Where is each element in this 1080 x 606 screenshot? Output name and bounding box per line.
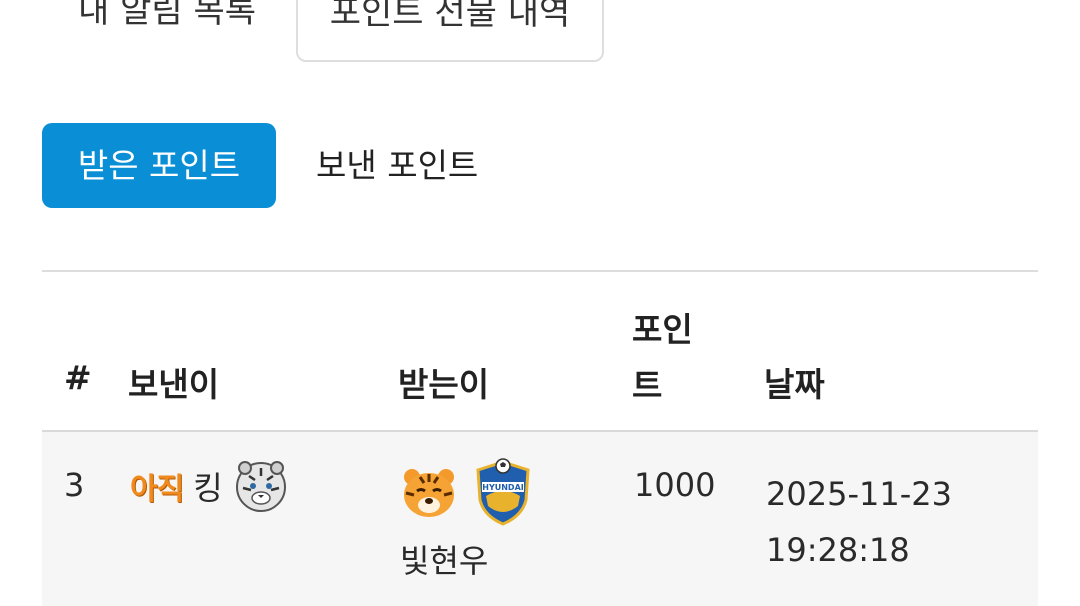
row-date-time: 19:28:18 bbox=[766, 531, 910, 569]
received-points-button[interactable]: 받은 포인트 bbox=[42, 123, 276, 208]
svg-text:HYUNDAI: HYUNDAI bbox=[482, 483, 524, 492]
sender-badge: 아직 bbox=[130, 472, 184, 507]
row-sender[interactable]: 아직 킹 bbox=[130, 458, 289, 514]
tab-point-gift-history[interactable]: 포인트 선물 내역 bbox=[296, 0, 604, 62]
header-num: # bbox=[64, 358, 92, 397]
table-header: # 보낸이 받는이 포인트 날짜 bbox=[42, 272, 1038, 432]
tab-my-alerts[interactable]: 내 알림 목록 bbox=[78, 0, 278, 62]
white-tiger-icon bbox=[233, 458, 289, 514]
row-date: 2025-11-23 19:28:18 bbox=[766, 466, 966, 578]
table-row: 3 아직 킹 HYUNDAI 빛현우 1000 2025-11-23 19:28… bbox=[42, 432, 1038, 606]
header-receiver: 받는이 bbox=[398, 365, 490, 404]
sent-points-button[interactable]: 보낸 포인트 bbox=[316, 123, 516, 208]
row-date-day: 2025-11-23 bbox=[766, 475, 952, 513]
header-points: 포인트 bbox=[632, 310, 693, 405]
points-table: # 보낸이 받는이 포인트 날짜 3 아직 킹 HYUNDAI 빛현우 1000… bbox=[42, 270, 1038, 606]
header-date: 날짜 bbox=[764, 365, 825, 404]
page: 내 알림 목록 포인트 선물 내역 받은 포인트 보낸 포인트 # 보낸이 받는… bbox=[0, 0, 1080, 606]
receiver-icons: HYUNDAI bbox=[400, 456, 580, 528]
row-receiver[interactable]: HYUNDAI 빛현우 bbox=[400, 456, 580, 582]
row-num: 3 bbox=[64, 466, 85, 504]
receiver-name: 빛현우 bbox=[400, 542, 489, 580]
header-sender: 보낸이 bbox=[128, 365, 220, 404]
row-points: 1000 bbox=[634, 466, 716, 504]
sender-name: 킹 bbox=[193, 469, 223, 507]
ulsan-hyundai-emblem-icon: HYUNDAI bbox=[472, 456, 534, 528]
tiger-face-icon bbox=[400, 463, 458, 521]
